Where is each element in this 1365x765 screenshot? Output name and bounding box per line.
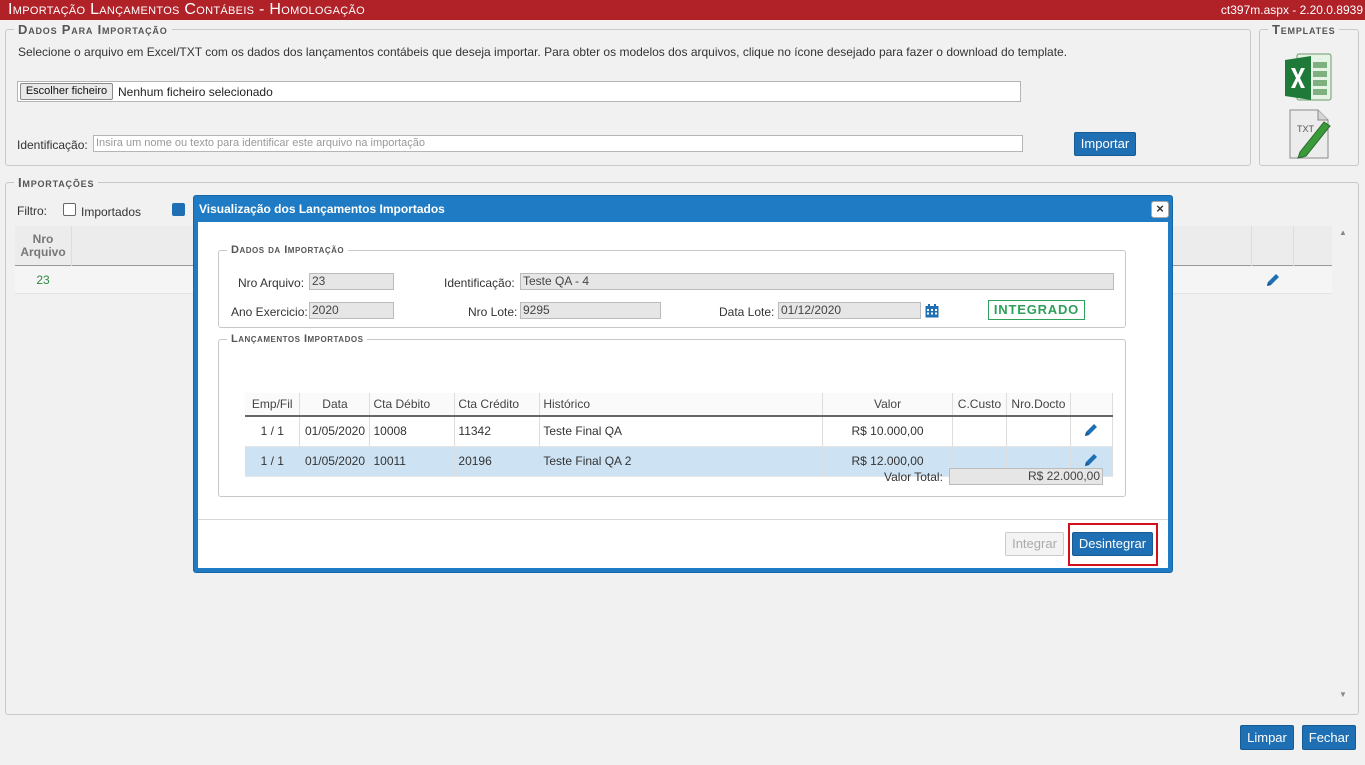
cell-data: 01/05/2020 bbox=[299, 416, 371, 447]
lancamentos-modal: Visualização dos Lançamentos Importados … bbox=[193, 195, 1173, 573]
identificacao-input[interactable]: Insira um nome ou texto para identificar… bbox=[93, 135, 1023, 152]
identificacao-modal-label: Identificação: bbox=[444, 276, 515, 290]
ano-exercicio-label: Ano Exercicio: bbox=[231, 305, 308, 319]
dados-importacao-legend: Dados Para Importação bbox=[18, 22, 168, 37]
cell-historico: Teste Final QA 2 bbox=[539, 446, 824, 477]
nro-arquivo-label: Nro Arquivo: bbox=[238, 276, 305, 290]
col-data[interactable]: Data bbox=[299, 393, 371, 417]
data-lote-field: 01/12/2020 bbox=[778, 302, 921, 319]
col-ccusto[interactable]: C.Custo bbox=[952, 393, 1007, 417]
nro-arquivo-field: 23 bbox=[309, 273, 394, 290]
txt-file-icon[interactable]: TXT bbox=[1284, 108, 1336, 160]
cell-credito: 20196 bbox=[454, 446, 541, 477]
filter-importados-label: Importados bbox=[81, 205, 142, 219]
importar-button[interactable]: Importar bbox=[1074, 132, 1136, 156]
fechar-button[interactable]: Fechar bbox=[1302, 725, 1356, 750]
filtro-label: Filtro: bbox=[17, 204, 47, 218]
scroll-up-icon[interactable]: ▲ bbox=[1339, 228, 1347, 237]
col-cta-debito[interactable]: Cta Débito bbox=[369, 393, 456, 417]
cell-historico: Teste Final QA bbox=[539, 416, 824, 447]
data-lote-label: Data Lote: bbox=[719, 305, 775, 319]
col-actions bbox=[1070, 393, 1114, 417]
page-info: ct397m.aspx - 2.20.0.8939 bbox=[1220, 3, 1363, 17]
file-status: Nenhum ficheiro selecionado bbox=[118, 85, 273, 99]
edit-pencil-icon[interactable] bbox=[1265, 272, 1281, 291]
import-instructions: Selecione o arquivo em Excel/TXT com os … bbox=[18, 45, 1068, 59]
table-header-row: Emp/Fil Data Cta Débito Cta Crédito Hist… bbox=[245, 393, 1114, 417]
col-valor[interactable]: Valor bbox=[822, 393, 953, 417]
col-nro-docto[interactable]: Nro.Docto bbox=[1006, 393, 1071, 417]
edit-pencil-icon[interactable] bbox=[1083, 423, 1099, 441]
lancamentos-legend: Lançamentos Importados bbox=[231, 333, 364, 345]
cell-docto bbox=[1006, 416, 1071, 447]
col-empfil[interactable]: Emp/Fil bbox=[245, 393, 301, 417]
nro-lote-field: 9295 bbox=[520, 302, 661, 319]
cell-valor: R$ 10.000,00 bbox=[822, 416, 953, 447]
identificacao-label: Identificação: bbox=[17, 138, 88, 152]
desintegrar-highlight bbox=[1068, 523, 1158, 566]
cell-empfil: 1 / 1 bbox=[245, 446, 301, 477]
excel-icon[interactable] bbox=[1283, 52, 1335, 104]
table-row[interactable]: 1 / 1 01/05/2020 10008 11342 Teste Final… bbox=[245, 416, 1114, 447]
window-title: Importação Lançamentos Contábeis - Homol… bbox=[8, 1, 365, 18]
cell-data: 01/05/2020 bbox=[299, 446, 371, 477]
window-titlebar: Importação Lançamentos Contábeis - Homol… bbox=[0, 0, 1365, 20]
col-nro-arquivo[interactable]: Nro Arquivo bbox=[15, 233, 71, 259]
valor-total-label: Valor Total: bbox=[884, 470, 943, 484]
cell-credito: 11342 bbox=[454, 416, 541, 447]
modal-title: Visualização dos Lançamentos Importados bbox=[199, 202, 445, 216]
modal-footer-divider bbox=[198, 519, 1168, 520]
identificacao-field: Teste QA - 4 bbox=[520, 273, 1114, 290]
templates-legend: Templates bbox=[1272, 22, 1336, 37]
nro-lote-label: Nro Lote: bbox=[468, 305, 518, 319]
status-badge: INTEGRADO bbox=[988, 300, 1085, 320]
ano-exercicio-field: 2020 bbox=[309, 302, 394, 319]
grid-scrollbar[interactable]: ▲ ▼ bbox=[1336, 226, 1350, 704]
importacoes-legend: Importações bbox=[18, 175, 95, 190]
limpar-button[interactable]: Limpar bbox=[1240, 725, 1294, 750]
cell-empfil: 1 / 1 bbox=[245, 416, 301, 447]
cell-ccusto bbox=[952, 416, 1007, 447]
col-historico[interactable]: Histórico bbox=[539, 393, 824, 417]
cell-debito: 10008 bbox=[369, 416, 456, 447]
lancamentos-table: Emp/Fil Data Cta Débito Cta Crédito Hist… bbox=[245, 393, 1114, 477]
modal-body: Dados da Importação Nro Arquivo: 23 Iden… bbox=[198, 222, 1168, 568]
dados-legend: Dados da Importação bbox=[231, 244, 345, 256]
integrar-button[interactable]: Integrar bbox=[1005, 532, 1064, 556]
valor-total-field: R$ 22.000,00 bbox=[949, 468, 1103, 485]
scroll-down-icon[interactable]: ▼ bbox=[1339, 690, 1347, 699]
choose-file-button[interactable]: Escolher ficheiro bbox=[20, 83, 113, 100]
txt-icon-label: TXT bbox=[1297, 124, 1314, 134]
calendar-icon[interactable] bbox=[925, 304, 939, 321]
row-nro-arquivo: 23 bbox=[36, 273, 50, 287]
cell-edit bbox=[1070, 416, 1114, 447]
file-picker[interactable]: Escolher ficheiro Nenhum ficheiro seleci… bbox=[17, 81, 1021, 102]
close-icon[interactable]: × bbox=[1151, 201, 1169, 218]
cell-debito: 10011 bbox=[369, 446, 456, 477]
col-cta-credito[interactable]: Cta Crédito bbox=[454, 393, 541, 417]
filter-integrados-checkbox[interactable] bbox=[172, 203, 185, 216]
filter-importados-checkbox[interactable] bbox=[63, 203, 76, 216]
